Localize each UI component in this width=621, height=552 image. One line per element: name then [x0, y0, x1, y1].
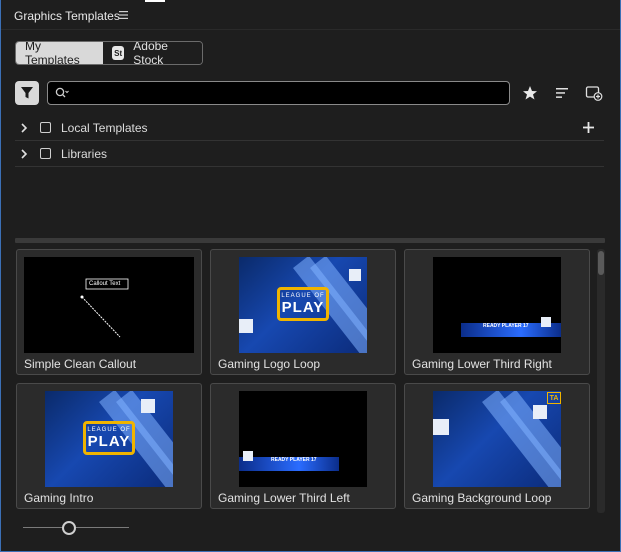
callout-text: Callout Text	[89, 281, 121, 287]
chevron-right-icon[interactable]	[20, 148, 28, 159]
play-logo: LEAGUE OF PLAY	[83, 421, 135, 455]
slider-knob[interactable]	[62, 521, 76, 535]
libraries-checkbox[interactable]	[40, 148, 51, 159]
scrollbar-thumb[interactable]	[598, 251, 604, 275]
filter-button[interactable]	[15, 81, 39, 105]
callout-graphic	[80, 278, 129, 338]
logo-big-text: PLAY	[281, 298, 325, 316]
tab-my-templates[interactable]: My Templates	[16, 42, 103, 64]
source-toggle: My Templates St Adobe Stock	[15, 41, 203, 65]
sort-icon	[556, 88, 568, 98]
logo-big-text: PLAY	[87, 432, 131, 450]
template-name: Simple Clean Callout	[24, 357, 137, 371]
grid-scrollbar[interactable]	[597, 249, 605, 513]
tab-adobe-stock[interactable]: St Adobe Stock	[103, 42, 202, 64]
slider-track	[23, 527, 129, 528]
type-template-badge: TA	[547, 392, 561, 404]
template-thumbnail: Callout Text	[24, 257, 194, 353]
tree-label-libraries: Libraries	[61, 146, 108, 161]
cube-shape	[239, 319, 253, 333]
template-name: Gaming Lower Third Right	[412, 357, 552, 371]
cube-shape	[349, 269, 361, 281]
template-thumbnail	[433, 391, 561, 487]
template-name: Gaming Background Loop	[412, 491, 552, 505]
search-field[interactable]	[47, 81, 510, 105]
local-templates-checkbox[interactable]	[40, 122, 51, 133]
cube-shape	[533, 405, 547, 419]
cube-shape	[243, 451, 253, 461]
template-thumbnail: READY PLAYER 17	[433, 257, 561, 353]
tree-row-local-templates[interactable]: Local Templates	[15, 115, 604, 141]
thumbnail-size-slider[interactable]	[23, 520, 129, 536]
template-card-gaming-logo-loop[interactable]: LEAGUE OF PLAY Gaming Logo Loop	[210, 249, 396, 375]
search-icon	[55, 87, 69, 98]
template-thumbnail: LEAGUE OF PLAY	[45, 391, 173, 487]
pane-resize-divider[interactable]	[15, 238, 605, 243]
template-card-gaming-lower-third-left[interactable]: READY PLAYER 17 Gaming Lower Third Left	[210, 383, 396, 509]
tree-row-libraries[interactable]: Libraries	[15, 141, 604, 167]
star-icon	[523, 86, 537, 100]
tab-adobe-stock-label: Adobe Stock	[133, 41, 168, 65]
panel-title: Graphics Templates	[14, 9, 120, 23]
play-logo: LEAGUE OF PLAY	[277, 287, 329, 321]
template-name: Gaming Lower Third Left	[218, 491, 350, 505]
tab-my-templates-label: My Templates	[25, 41, 80, 65]
cube-shape	[541, 317, 551, 327]
template-card-gaming-lower-third-right[interactable]: READY PLAYER 17 Gaming Lower Third Right	[404, 249, 590, 375]
template-grid: Callout Text Simple Clean Callout LEAGUE…	[16, 249, 594, 513]
add-icon[interactable]	[583, 122, 594, 133]
favorites-star-button[interactable]	[521, 84, 539, 102]
adobe-stock-icon: St	[112, 46, 125, 60]
search-input[interactable]	[74, 85, 504, 101]
cube-shape	[433, 419, 449, 435]
sort-button[interactable]	[553, 84, 571, 102]
new-item-button[interactable]	[585, 84, 603, 102]
template-card-gaming-intro[interactable]: LEAGUE OF PLAY Gaming Intro	[16, 383, 202, 509]
graphics-templates-panel: Graphics Templates My Templates St Adobe…	[0, 0, 621, 552]
template-card-gaming-background-loop[interactable]: TA Gaming Background Loop	[404, 383, 590, 509]
template-name: Gaming Intro	[24, 491, 94, 505]
template-name: Gaming Logo Loop	[218, 357, 321, 371]
template-thumbnail: READY PLAYER 17	[239, 391, 367, 487]
hamburger-menu-icon[interactable]	[118, 9, 129, 21]
chevron-right-icon[interactable]	[20, 122, 28, 133]
template-thumbnail: LEAGUE OF PLAY	[239, 257, 367, 353]
lower-third-text: READY PLAYER 17	[271, 457, 317, 463]
lower-third-text: READY PLAYER 17	[483, 323, 529, 329]
template-card-simple-clean-callout[interactable]: Callout Text Simple Clean Callout	[16, 249, 202, 375]
tree-label-local-templates: Local Templates	[61, 120, 148, 135]
new-folder-icon	[585, 86, 603, 101]
panel-header: Graphics Templates	[1, 0, 620, 30]
filter-icon	[21, 87, 33, 99]
cube-shape	[141, 399, 155, 413]
